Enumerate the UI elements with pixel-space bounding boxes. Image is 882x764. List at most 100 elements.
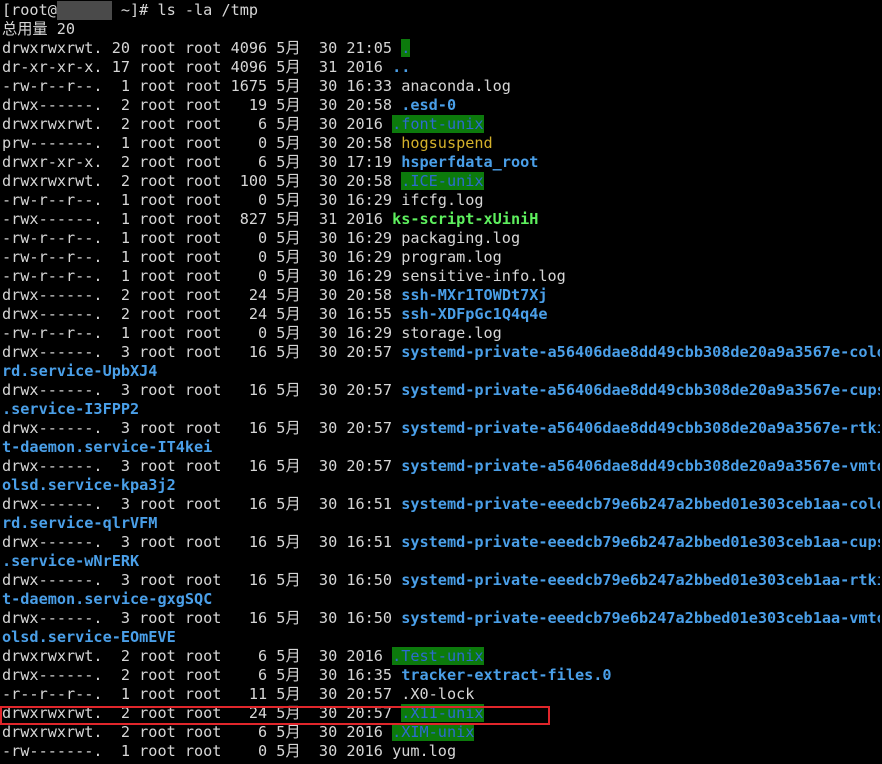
line-text: drwx------. 3 root root 16 5月 30 16:51: [2, 533, 402, 551]
terminal-line: drwx------. 3 root root 16 5月 30 20:57 s…: [2, 419, 880, 438]
terminal-output: [root@ ~]# ls -la /tmp 总用量 20 drwxrwxrwt. …: [2, 1, 880, 761]
line-text: drwx------. 2 root root 6 5月 30 16:35: [2, 666, 402, 684]
directory-name: t-daemon.service-IT4kei: [2, 438, 213, 456]
directory-name: ssh-MXr1TOWDt7Xj: [401, 286, 548, 304]
command-prompt-line: [root@ ~]# ls -la /tmp: [2, 1, 880, 20]
terminal-line: rd.service-qlrVFM: [2, 514, 880, 533]
directory-name: systemd-private-eeedcb79e6b247a2bbed01e3…: [401, 571, 880, 589]
terminal-line: -rw-r--r--. 1 root root 0 5月 30 16:29 st…: [2, 324, 880, 343]
terminal-line: .service-wNrERK: [2, 552, 880, 571]
directory-name: rd.service-qlrVFM: [2, 514, 158, 532]
terminal-line: drwxrwxrwt. 2 root root 24 5月 30 20:57 .…: [2, 704, 880, 723]
directory-name: t-daemon.service-gxgSQC: [2, 590, 213, 608]
line-text: ~]# ls -la /tmp: [111, 1, 259, 19]
line-text: drwx------. 3 root root 16 5月 30 16:51: [2, 495, 402, 513]
line-text: drwxrwxrwt. 2 root root 24 5月 30 20:57: [2, 704, 402, 722]
line-text: drwxrwxrwt. 2 root root 6 5月 30 2016: [2, 647, 393, 665]
line-text: drwx------. 3 root root 16 5月 30 20:57: [2, 457, 402, 475]
terminal-line: .service-I3FPP2: [2, 400, 880, 419]
terminal-line: -rw-------. 1 root root 0 5月 30 2016 yum…: [2, 742, 880, 761]
sticky-directory-name: .X11-unix: [401, 704, 484, 722]
line-text: -rwx------. 1 root root 827 5月 31 2016: [2, 210, 393, 228]
directory-name: systemd-private-a56406dae8dd49cbb308de20…: [401, 457, 880, 475]
line-text: -rw-r--r--. 1 root root 0 5月 30 16:29 if…: [2, 191, 484, 209]
directory-name: rd.service-UpbXJ4: [2, 362, 158, 380]
terminal-line: drwxrwxrwt. 2 root root 6 5月 30 2016 .Te…: [2, 647, 880, 666]
directory-name: systemd-private-a56406dae8dd49cbb308de20…: [401, 419, 880, 437]
terminal-line: -rw-r--r--. 1 root root 0 5月 30 16:29 pa…: [2, 229, 880, 248]
terminal-line: -rw-r--r--. 1 root root 0 5月 30 16:29 if…: [2, 191, 880, 210]
terminal-line: -rw-r--r--. 1 root root 0 5月 30 16:29 pr…: [2, 248, 880, 267]
sticky-directory-name: .: [401, 39, 411, 57]
directory-name: systemd-private-eeedcb79e6b247a2bbed01e3…: [401, 609, 880, 627]
line-text: drwx------. 2 root root 19 5月 30 20:58: [2, 96, 402, 114]
line-text: -rw-r--r--. 1 root root 1675 5月 30 16:33…: [2, 77, 511, 95]
directory-name: .service-I3FPP2: [2, 400, 140, 418]
line-text: -r--r--r--. 1 root root 11 5月 30 20:57 .…: [2, 685, 475, 703]
line-text: drwx------. 3 root root 16 5月 30 20:57: [2, 419, 402, 437]
terminal-line: -rwx------. 1 root root 827 5月 31 2016 k…: [2, 210, 880, 229]
line-text: dr-xr-xr-x. 17 root root 4096 5月 31 2016: [2, 58, 393, 76]
terminal-line: -r--r--r--. 1 root root 11 5月 30 20:57 .…: [2, 685, 880, 704]
terminal-line: drwx------. 2 root root 6 5月 30 16:35 tr…: [2, 666, 880, 685]
terminal-line: drwx------. 3 root root 16 5月 30 16:51 s…: [2, 533, 880, 552]
line-text: drwxrwxrwt. 2 root root 6 5月 30 2016: [2, 115, 393, 133]
line-text: drwx------. 2 root root 24 5月 30 20:58: [2, 286, 402, 304]
terminal-line: t-daemon.service-IT4kei: [2, 438, 880, 457]
line-text: 总用量 20: [2, 20, 75, 38]
line-text: drwx------. 3 root root 16 5月 30 16:50: [2, 609, 402, 627]
terminal-line: drwx------. 3 root root 16 5月 30 16:51 s…: [2, 495, 880, 514]
line-text: -rw-------. 1 root root 0 5月 30 2016 yum…: [2, 742, 457, 760]
line-text: drwxrwxrwt. 2 root root 6 5月 30 2016: [2, 723, 393, 741]
terminal-line: drwx------. 3 root root 16 5月 30 20:57 s…: [2, 381, 880, 400]
sticky-directory-name: .ICE-unix: [401, 172, 484, 190]
directory-name: tracker-extract-files.0: [401, 666, 612, 684]
terminal-line: drwxrwxrwt. 2 root root 6 5月 30 2016 .XI…: [2, 723, 880, 742]
terminal-line: drwx------. 3 root root 16 5月 30 20:57 s…: [2, 343, 880, 362]
terminal-line: drwxrwxrwt. 20 root root 4096 5月 30 21:0…: [2, 39, 880, 58]
terminal-line: 总用量 20: [2, 20, 880, 39]
hostname-mask: [56, 1, 112, 20]
terminal-line: -rw-r--r--. 1 root root 1675 5月 30 16:33…: [2, 77, 880, 96]
directory-name: systemd-private-eeedcb79e6b247a2bbed01e3…: [401, 533, 880, 551]
directory-name: systemd-private-a56406dae8dd49cbb308de20…: [401, 381, 880, 399]
line-text: -rw-r--r--. 1 root root 0 5月 30 16:29 st…: [2, 324, 502, 342]
line-text: drwxrwxrwt. 20 root root 4096 5月 30 21:0…: [2, 39, 402, 57]
terminal-line: prw-------. 1 root root 0 5月 30 20:58 ho…: [2, 134, 880, 153]
sticky-directory-name: .XIM-unix: [392, 723, 475, 741]
line-text: -rw-r--r--. 1 root root 0 5月 30 16:29 se…: [2, 267, 566, 285]
line-text: -rw-r--r--. 1 root root 0 5月 30 16:29 pa…: [2, 229, 521, 247]
directory-name: olsd.service-kpa3j2: [2, 476, 176, 494]
terminal-line: drwx------. 3 root root 16 5月 30 20:57 s…: [2, 457, 880, 476]
directory-name: systemd-private-a56406dae8dd49cbb308de20…: [401, 343, 880, 361]
terminal-line: drwxrwxrwt. 2 root root 6 5月 30 2016 .fo…: [2, 115, 880, 134]
sticky-directory-name: .font-unix: [392, 115, 484, 133]
directory-name: ..: [392, 58, 411, 76]
directory-name: olsd.service-EOmEVE: [2, 628, 176, 646]
terminal-line: drwx------. 2 root root 19 5月 30 20:58 .…: [2, 96, 880, 115]
directory-name: .service-wNrERK: [2, 552, 140, 570]
terminal-line: olsd.service-kpa3j2: [2, 476, 880, 495]
line-text: drwx------. 3 root root 16 5月 30 16:50: [2, 571, 402, 589]
terminal-line: drwxr-xr-x. 2 root root 6 5月 30 17:19 hs…: [2, 153, 880, 172]
directory-name: ssh-XDFpGc1Q4q4e: [401, 305, 548, 323]
directory-name: systemd-private-eeedcb79e6b247a2bbed01e3…: [401, 495, 880, 513]
line-text: prw-------. 1 root root 0 5月 30 20:58: [2, 134, 402, 152]
terminal-line: drwx------. 3 root root 16 5月 30 16:50 s…: [2, 609, 880, 628]
directory-name: hsperfdata_root: [401, 153, 539, 171]
terminal-window[interactable]: [root@ ~]# ls -la /tmp 总用量 20 drwxrwxrwt. …: [0, 0, 882, 764]
terminal-line: t-daemon.service-gxgSQC: [2, 590, 880, 609]
terminal-line: olsd.service-EOmEVE: [2, 628, 880, 647]
line-text: drwx------. 2 root root 24 5月 30 16:55: [2, 305, 402, 323]
sticky-directory-name: .Test-unix: [392, 647, 484, 665]
line-text: drwxr-xr-x. 2 root root 6 5月 30 17:19: [2, 153, 402, 171]
terminal-line: dr-xr-xr-x. 17 root root 4096 5月 31 2016…: [2, 58, 880, 77]
terminal-line: drwxrwxrwt. 2 root root 100 5月 30 20:58 …: [2, 172, 880, 191]
terminal-line: drwx------. 2 root root 24 5月 30 20:58 s…: [2, 286, 880, 305]
pipe-name: hogsuspend: [401, 134, 493, 152]
executable-name: ks-script-xUiniH: [392, 210, 539, 228]
terminal-line: -rw-r--r--. 1 root root 0 5月 30 16:29 se…: [2, 267, 880, 286]
terminal-line: rd.service-UpbXJ4: [2, 362, 880, 381]
line-text: drwxrwxrwt. 2 root root 100 5月 30 20:58: [2, 172, 402, 190]
terminal-line: drwx------. 3 root root 16 5月 30 16:50 s…: [2, 571, 880, 590]
